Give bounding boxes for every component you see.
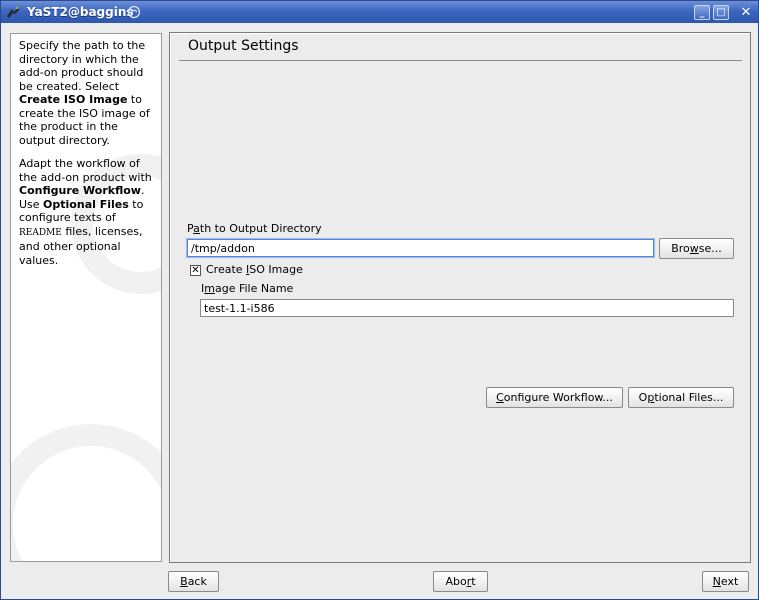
page-title: Output Settings xyxy=(188,38,299,54)
content-frame: Output Settings Path to Output Directory… xyxy=(169,32,751,563)
optional-files-button[interactable]: Optional Files... xyxy=(628,387,734,408)
minimize-button[interactable]: _ xyxy=(694,5,710,20)
output-dir-label: Path to Output Directory xyxy=(187,222,322,235)
maximize-button[interactable]: □ xyxy=(713,5,729,20)
help-optional-files-term: Optional Files xyxy=(43,197,129,211)
help-paragraph-1: Specify the path to the directory in whi… xyxy=(19,39,150,147)
browse-button[interactable]: Browse... xyxy=(659,238,734,259)
help-watermark-swirl-lower xyxy=(11,424,161,561)
next-button[interactable]: Next xyxy=(702,571,749,592)
help-create-iso-term: Create ISO Image xyxy=(19,93,128,106)
title-bar[interactable]: YaST2@baggins _ □ ✕ xyxy=(1,1,758,23)
help-paragraph-2: Adapt the workflow of the add-on product… xyxy=(19,157,152,267)
help-configure-workflow-term: Configure Workflow xyxy=(19,184,141,197)
output-dir-input[interactable] xyxy=(187,239,654,257)
back-button[interactable]: Back xyxy=(168,571,219,592)
title-divider xyxy=(179,60,742,61)
create-iso-label[interactable]: Create ISO Image xyxy=(206,263,303,276)
window-title: YaST2@baggins xyxy=(27,5,134,19)
sticky-swirl-icon[interactable] xyxy=(127,5,141,19)
yast-chameleon-icon xyxy=(7,6,19,18)
image-name-input[interactable] xyxy=(200,299,734,317)
help-panel: Specify the path to the directory in whi… xyxy=(10,33,162,562)
create-iso-checkbox[interactable]: ✕ xyxy=(190,265,201,276)
help-readme-term: README xyxy=(19,227,62,238)
yast-window: YaST2@baggins _ □ ✕ Specify the path to … xyxy=(0,0,759,600)
abort-button[interactable]: Abort xyxy=(433,571,488,592)
configure-workflow-button[interactable]: Configure Workflow... xyxy=(486,387,623,408)
image-name-label: Image File Name xyxy=(201,282,294,295)
close-button[interactable]: ✕ xyxy=(738,5,754,20)
